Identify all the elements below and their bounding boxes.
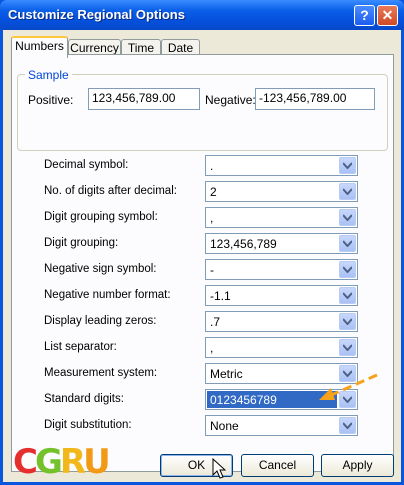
digits-after-decimal-label: No. of digits after decimal: [44, 185, 177, 197]
dropdown-arrow-icon[interactable] [339, 183, 356, 200]
negative-sign-symbol-select[interactable]: - [205, 259, 358, 280]
title-bar[interactable]: Customize Regional Options ? ✕ [0, 0, 404, 30]
negative-number-format-label: Negative number format: [44, 289, 171, 301]
negative-sign-symbol-value: - [210, 263, 214, 277]
list-separator-value: , [210, 341, 214, 355]
apply-button-label: Apply [342, 458, 373, 472]
tab-numbers[interactable]: Numbers [11, 36, 68, 58]
dialog-body: Numbers Currency Time Date Sample Positi… [3, 30, 401, 482]
window-title: Customize Regional Options [8, 7, 185, 22]
annotation-arrow-icon [319, 373, 378, 400]
negative-sample-field: -123,456,789.00 [255, 88, 375, 110]
positive-sample-field: 123,456,789.00 [88, 88, 200, 110]
cancel-button-label: Cancel [258, 458, 297, 472]
cancel-button[interactable]: Cancel [241, 454, 314, 477]
list-separator-label: List separator: [44, 341, 117, 353]
digit-grouping-symbol-label: Digit grouping symbol: [44, 211, 158, 223]
standard-digits-label: Standard digits: [44, 393, 124, 405]
digit-grouping-symbol-select[interactable]: , [205, 207, 358, 228]
tab-label: Date [167, 41, 194, 55]
digit-substitution-select[interactable]: None [205, 415, 358, 436]
tab-label: Time [127, 41, 155, 55]
tab-label: Currency [70, 41, 119, 55]
negative-number-format-select[interactable]: -1.1 [205, 285, 358, 306]
positive-label: Positive: [28, 93, 74, 107]
list-separator-select[interactable]: , [205, 337, 358, 358]
digit-grouping-label: Digit grouping: [44, 237, 119, 249]
display-leading-zeros-value: .7 [210, 315, 221, 329]
digits-after-decimal-select[interactable]: 2 [205, 181, 358, 202]
decimal-symbol-select[interactable]: . [205, 155, 358, 176]
decimal-symbol-value: . [210, 159, 214, 173]
sample-group-title: Sample [25, 68, 72, 82]
digit-substitution-label: Digit substitution: [44, 419, 132, 431]
digit-grouping-value: 123,456,789 [210, 237, 277, 251]
digits-after-decimal-value: 2 [210, 185, 217, 199]
close-button[interactable]: ✕ [377, 5, 398, 26]
negative-sample-value: -123,456,789.00 [259, 91, 347, 105]
display-leading-zeros-select[interactable]: .7 [205, 311, 358, 332]
dropdown-arrow-icon[interactable] [339, 417, 356, 434]
tab-label: Numbers [15, 39, 64, 53]
sample-group [17, 74, 388, 151]
negative-number-format-value: -1.1 [210, 289, 231, 303]
dropdown-arrow-icon[interactable] [339, 313, 356, 330]
dropdown-arrow-icon[interactable] [339, 261, 356, 278]
decimal-symbol-label: Decimal symbol: [44, 159, 129, 171]
digit-grouping-select[interactable]: 123,456,789 [205, 233, 358, 254]
apply-button[interactable]: Apply [321, 454, 394, 477]
ok-button-label: OK [187, 458, 206, 472]
digit-substitution-value: None [210, 419, 239, 433]
dropdown-arrow-icon[interactable] [339, 209, 356, 226]
measurement-system-label: Measurement system: [44, 367, 158, 379]
display-leading-zeros-label: Display leading zeros: [44, 315, 157, 327]
cgru-logo: CGRU [13, 442, 111, 482]
measurement-system-value: Metric [210, 367, 243, 381]
positive-sample-value: 123,456,789.00 [92, 91, 176, 105]
digit-grouping-symbol-value: , [210, 211, 214, 225]
help-button[interactable]: ? [354, 5, 375, 26]
dropdown-arrow-icon[interactable] [339, 287, 356, 304]
dropdown-arrow-icon[interactable] [339, 339, 356, 356]
negative-sign-symbol-label: Negative sign symbol: [44, 263, 157, 275]
dropdown-arrow-icon[interactable] [339, 235, 356, 252]
negative-label: Negative: [205, 93, 256, 107]
dialog-window: Customize Regional Options ? ✕ Numbers C… [0, 0, 404, 485]
dropdown-arrow-icon[interactable] [339, 157, 356, 174]
mouse-cursor-icon [212, 458, 226, 479]
